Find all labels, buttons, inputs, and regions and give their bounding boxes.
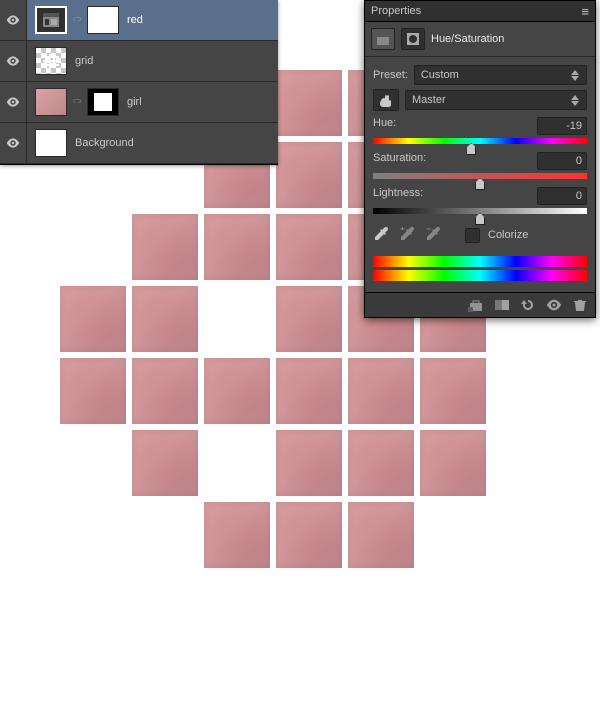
previous-state-icon xyxy=(494,298,510,312)
saturation-value[interactable]: 0 xyxy=(537,152,587,170)
layer-label: Background xyxy=(75,137,134,149)
layers-panel: red grid girl Background xyxy=(0,0,278,165)
hand-scrub-icon xyxy=(378,93,394,107)
eyedropper-minus-icon xyxy=(425,226,441,242)
panel-title: Properties xyxy=(371,5,421,17)
colorize-label: Colorize xyxy=(488,229,528,241)
eyedropper-minus-button[interactable] xyxy=(425,226,443,244)
adjustment-icon xyxy=(376,32,390,46)
visibility-toggle[interactable] xyxy=(0,123,27,163)
eye-icon xyxy=(546,299,562,311)
eyedropper-icon xyxy=(373,226,389,242)
adjustment-name: Hue/Saturation xyxy=(431,33,504,45)
adjustment-thumbnail[interactable] xyxy=(35,6,67,34)
hue-sat-adjustment-icon xyxy=(40,10,62,30)
clip-icon xyxy=(468,298,484,312)
eyedropper-plus-icon xyxy=(399,226,415,242)
eye-icon xyxy=(6,15,20,25)
preset-value: Custom xyxy=(421,69,459,81)
layer-thumbnail[interactable] xyxy=(35,47,67,75)
clip-to-layer-button[interactable] xyxy=(467,296,485,314)
grid-glyph-icon xyxy=(41,52,61,70)
trash-icon xyxy=(573,298,587,312)
channel-value: Master xyxy=(412,94,446,106)
visibility-toggle[interactable] xyxy=(0,0,27,40)
layer-row-grid[interactable]: grid xyxy=(0,41,278,82)
colorize-checkbox[interactable] xyxy=(465,228,480,243)
layer-mask-thumbnail[interactable] xyxy=(87,6,119,34)
previous-state-button[interactable] xyxy=(493,296,511,314)
preset-dropdown[interactable]: Custom xyxy=(414,65,587,85)
eyedropper-button[interactable] xyxy=(373,226,391,244)
layer-thumbnail[interactable] xyxy=(35,88,67,116)
reset-button[interactable] xyxy=(519,296,537,314)
layer-label: grid xyxy=(75,55,93,67)
panel-menu-icon[interactable]: ≡ xyxy=(581,4,589,19)
hue-slider[interactable] xyxy=(373,138,587,146)
preset-label: Preset: xyxy=(373,69,408,81)
layer-row-girl[interactable]: girl xyxy=(0,82,278,123)
eyedropper-plus-button[interactable] xyxy=(399,226,417,244)
link-icon xyxy=(71,96,83,108)
eye-icon xyxy=(6,138,20,148)
adjustment-icon-button[interactable] xyxy=(371,28,395,50)
lightness-value[interactable]: 0 xyxy=(537,187,587,205)
layer-mask-thumbnail[interactable] xyxy=(87,88,119,116)
footer-visibility-toggle[interactable] xyxy=(545,296,563,314)
spinner-arrows-icon xyxy=(570,94,580,106)
color-range-display xyxy=(373,256,587,281)
panel-header[interactable]: Properties ≡ xyxy=(365,1,595,22)
lightness-label: Lightness: xyxy=(373,187,423,205)
visibility-toggle[interactable] xyxy=(0,82,27,122)
layer-label: girl xyxy=(127,96,142,108)
mask-icon-button[interactable] xyxy=(401,28,425,50)
eye-icon xyxy=(6,56,20,66)
saturation-label: Saturation: xyxy=(373,152,426,170)
hue-label: Hue: xyxy=(373,117,396,135)
mask-icon xyxy=(406,32,420,46)
delete-button[interactable] xyxy=(571,296,589,314)
layer-row-red[interactable]: red xyxy=(0,0,278,41)
saturation-slider[interactable] xyxy=(373,173,587,181)
reset-icon xyxy=(520,298,536,312)
layer-thumbnail[interactable] xyxy=(35,129,67,157)
properties-footer xyxy=(365,292,595,317)
lightness-slider[interactable] xyxy=(373,208,587,216)
spinner-arrows-icon xyxy=(570,69,580,81)
eye-icon xyxy=(6,97,20,107)
visibility-toggle[interactable] xyxy=(0,41,27,81)
targeted-adjust-tool[interactable] xyxy=(373,89,399,111)
link-icon xyxy=(71,14,83,26)
properties-panel: Properties ≡ Hue/Saturation Preset: Cust… xyxy=(364,0,596,318)
hue-value[interactable]: -19 xyxy=(537,117,587,135)
channel-dropdown[interactable]: Master xyxy=(405,90,587,110)
layer-row-background[interactable]: Background xyxy=(0,123,278,164)
layer-label: red xyxy=(127,14,143,26)
